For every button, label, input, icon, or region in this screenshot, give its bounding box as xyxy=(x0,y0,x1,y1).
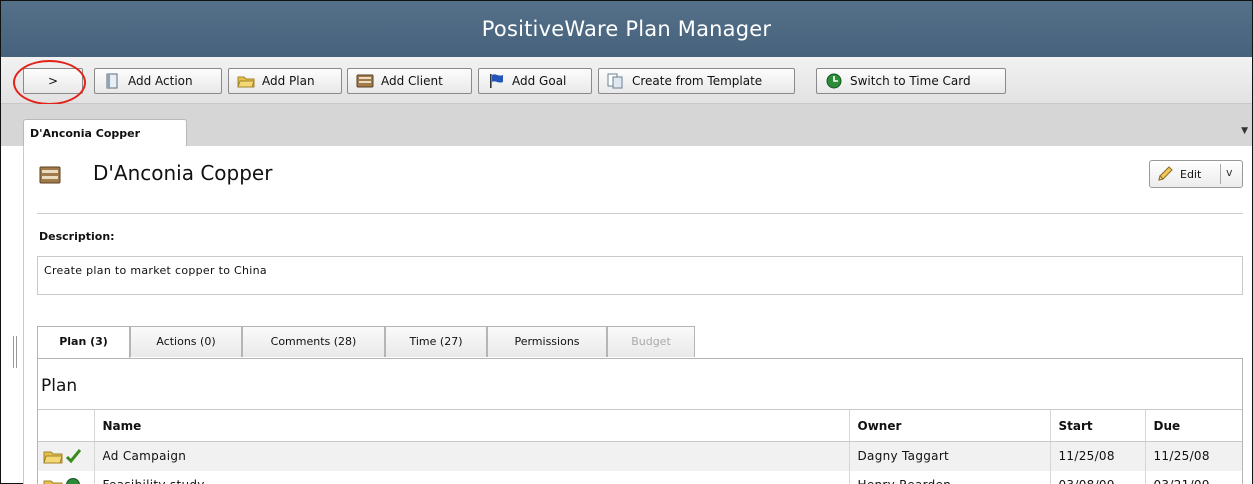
expand-sidebar-label: > xyxy=(47,74,59,88)
clock-icon xyxy=(825,73,843,89)
folder-icon xyxy=(237,73,255,89)
app-title-bar: PositiveWare Plan Manager xyxy=(1,1,1252,57)
tab-plan[interactable]: Plan (3) xyxy=(37,326,130,359)
row-start: 03/08/09 xyxy=(1049,470,1145,484)
client-icon xyxy=(39,165,61,185)
description-label: Description: xyxy=(39,230,115,243)
toolbar: > Add Action Add Plan Add Client Add Goa… xyxy=(1,57,1252,104)
client-icon xyxy=(356,73,374,89)
page-tab-strip: D'Anconia Copper ▼ xyxy=(1,104,1252,146)
column-header-name[interactable]: Name xyxy=(93,409,849,442)
tab-budget-label: Budget xyxy=(631,335,671,348)
row-owner: Henry Rearden xyxy=(848,470,1050,484)
row-name[interactable]: Ad Campaign xyxy=(93,441,849,471)
tab-permissions[interactable]: Permissions xyxy=(487,326,607,357)
flag-icon xyxy=(487,73,505,89)
tab-actions-label: Actions (0) xyxy=(156,335,216,348)
add-plan-label: Add Plan xyxy=(262,74,315,88)
create-from-template-button[interactable]: Create from Template xyxy=(598,68,795,94)
table-header-row: Name Owner Start Due xyxy=(38,409,1242,442)
row-start: 11/25/08 xyxy=(1049,441,1145,471)
tab-comments[interactable]: Comments (28) xyxy=(242,326,385,357)
tab-time[interactable]: Time (27) xyxy=(385,326,487,357)
template-icon xyxy=(607,73,625,89)
column-header-due[interactable]: Due xyxy=(1144,409,1242,442)
tab-comments-label: Comments (28) xyxy=(270,335,357,348)
tab-budget: Budget xyxy=(607,326,695,357)
tab-permissions-label: Permissions xyxy=(514,335,580,348)
check-icon xyxy=(65,449,81,464)
app-title: PositiveWare Plan Manager xyxy=(481,17,772,41)
pencil-icon xyxy=(1156,165,1176,183)
add-client-label: Add Client xyxy=(381,74,443,88)
table-row[interactable]: Feasibility study Henry Rearden 03/08/09… xyxy=(38,470,1242,484)
edit-dropdown-arrow[interactable]: v xyxy=(1226,166,1233,179)
plan-heading: Plan xyxy=(41,376,78,396)
plan-panel: Plan Name Owner Start Due Ad Campaign Da… xyxy=(37,358,1243,484)
edit-label: Edit xyxy=(1180,167,1202,181)
row-due: 03/21/09 xyxy=(1144,470,1242,484)
tab-menu-arrow-icon[interactable]: ▼ xyxy=(1241,126,1248,136)
add-action-button[interactable]: Add Action xyxy=(94,68,222,94)
folder-icon xyxy=(43,480,63,484)
add-goal-label: Add Goal xyxy=(512,74,567,88)
tab-danconia-copper[interactable]: D'Anconia Copper xyxy=(23,119,187,146)
edit-divider xyxy=(1220,164,1221,184)
add-goal-button[interactable]: Add Goal xyxy=(478,68,592,94)
add-plan-button[interactable]: Add Plan xyxy=(228,68,342,94)
divider xyxy=(37,213,1243,214)
add-action-label: Add Action xyxy=(128,74,193,88)
add-client-button[interactable]: Add Client xyxy=(347,68,472,94)
resize-handle[interactable] xyxy=(13,336,17,368)
tab-danconia-copper-label: D'Anconia Copper xyxy=(30,127,141,140)
tab-actions[interactable]: Actions (0) xyxy=(130,326,242,357)
column-header-icon xyxy=(38,409,94,442)
tab-plan-label: Plan (3) xyxy=(59,335,108,348)
plan-table: Name Owner Start Due Ad Campaign Dagny T… xyxy=(38,409,1242,484)
folder-icon xyxy=(43,451,63,464)
in-progress-icon xyxy=(66,478,80,484)
column-header-start[interactable]: Start xyxy=(1049,409,1145,442)
row-owner: Dagny Taggart xyxy=(848,441,1050,471)
row-icons xyxy=(38,441,94,471)
expand-sidebar-button[interactable]: > xyxy=(23,68,83,94)
switch-to-time-card-button[interactable]: Switch to Time Card xyxy=(816,68,1006,94)
row-due: 11/25/08 xyxy=(1144,441,1242,471)
row-icons xyxy=(38,471,94,484)
client-title: D'Anconia Copper xyxy=(93,161,273,185)
description-text: Create plan to market copper to China xyxy=(37,256,1243,295)
row-name[interactable]: Feasibility study xyxy=(93,470,849,484)
document-icon xyxy=(103,73,121,89)
column-header-owner[interactable]: Owner xyxy=(848,409,1050,442)
create-from-template-label: Create from Template xyxy=(632,74,763,88)
table-row[interactable]: Ad Campaign Dagny Taggart 11/25/08 11/25… xyxy=(38,441,1242,471)
detail-tabs: Plan (3) Actions (0) Comments (28) Time … xyxy=(37,326,1243,359)
tab-time-label: Time (27) xyxy=(409,335,463,348)
edit-button[interactable]: Edit v xyxy=(1149,160,1243,188)
switch-to-time-card-label: Switch to Time Card xyxy=(850,74,971,88)
